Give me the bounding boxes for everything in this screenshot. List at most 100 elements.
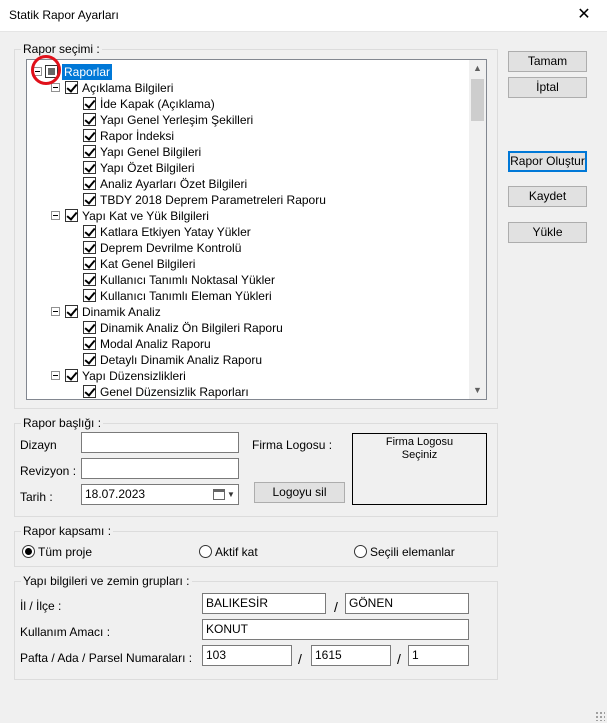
tree-item-label[interactable]: Dinamik Analiz Ön Bilgileri Raporu xyxy=(100,320,283,336)
tree-item-checkbox[interactable] xyxy=(65,209,78,222)
ok-button[interactable]: Tamam xyxy=(508,51,587,72)
tree-item-checkbox[interactable] xyxy=(83,225,96,238)
tree-item[interactable]: Yapı Genel Yerleşim Şekilleri xyxy=(27,112,467,128)
tree-item[interactable]: Analiz Ayarları Özet Bilgileri xyxy=(27,176,467,192)
scope-selected-elements-label[interactable]: Seçili elemanlar xyxy=(370,545,455,559)
tree-item-label[interactable]: Deprem Devrilme Kontrolü xyxy=(100,240,241,256)
tree-vertical-scrollbar[interactable]: ▲ ▼ xyxy=(469,60,486,399)
tree-item[interactable]: Yapı Özet Bilgileri xyxy=(27,160,467,176)
delete-logo-button[interactable]: Logoyu sil xyxy=(254,482,345,503)
tree-item-checkbox[interactable] xyxy=(83,273,96,286)
revision-label: Revizyon : xyxy=(20,464,77,478)
scope-selected-elements-radio[interactable] xyxy=(354,545,367,558)
tree-item-label[interactable]: Analiz Ayarları Özet Bilgileri xyxy=(100,176,247,192)
tree-item-label[interactable]: Modal Analiz Raporu xyxy=(100,336,211,352)
tree-item-label[interactable]: Genel Düzensizlik Raporları xyxy=(100,384,249,399)
tree-item[interactable]: Dinamik Analiz Ön Bilgileri Raporu xyxy=(27,320,467,336)
tree-item[interactable]: Yapı Kat ve Yük Bilgileri xyxy=(27,208,467,224)
tree-item-label[interactable]: Yapı Özet Bilgileri xyxy=(100,160,194,176)
scope-active-floor-label[interactable]: Aktif kat xyxy=(215,545,258,559)
collapse-icon[interactable] xyxy=(51,211,60,220)
tree-item-label[interactable]: Kat Genel Bilgileri xyxy=(100,256,195,272)
tree-item-checkbox[interactable] xyxy=(83,385,96,398)
date-label: Tarih : xyxy=(20,490,53,504)
close-icon[interactable]: ✕ xyxy=(561,0,607,31)
designer-field[interactable] xyxy=(81,432,239,453)
tree-item-label[interactable]: Raporlar xyxy=(62,64,113,80)
tree-item-label[interactable]: İde Kapak (Açıklama) xyxy=(100,96,215,112)
tree-item[interactable]: TBDY 2018 Deprem Parametreleri Raporu xyxy=(27,192,467,208)
resize-grip-icon[interactable] xyxy=(595,711,605,721)
tree-item-label[interactable]: Yapı Düzensizlikleri xyxy=(82,368,186,384)
tree-item[interactable]: Yapı Genel Bilgileri xyxy=(27,144,467,160)
tree-item[interactable]: Dinamik Analiz xyxy=(27,304,467,320)
tree-item[interactable]: Kat Genel Bilgileri xyxy=(27,256,467,272)
tree-item-label[interactable]: Yapı Genel Bilgileri xyxy=(100,144,201,160)
tree-item[interactable]: Açıklama Bilgileri xyxy=(27,80,467,96)
tree-item-checkbox[interactable] xyxy=(65,369,78,382)
tree-item[interactable]: Detaylı Dinamik Analiz Raporu xyxy=(27,352,467,368)
collapse-icon[interactable] xyxy=(51,371,60,380)
tree-item-checkbox[interactable] xyxy=(83,145,96,158)
save-button[interactable]: Kaydet xyxy=(508,186,587,207)
tree-item-checkbox[interactable] xyxy=(83,177,96,190)
tree-item-checkbox[interactable] xyxy=(83,129,96,142)
tree-item[interactable]: Kullanıcı Tanımlı Noktasal Yükler xyxy=(27,272,467,288)
tree-item-checkbox[interactable] xyxy=(83,241,96,254)
tree-item-label[interactable]: Katlara Etkiyen Yatay Yükler xyxy=(100,224,251,240)
tree-item-checkbox[interactable] xyxy=(83,193,96,206)
tree-item-label[interactable]: Detaylı Dinamik Analiz Raporu xyxy=(100,352,262,368)
scroll-up-icon[interactable]: ▲ xyxy=(469,60,486,77)
create-report-button[interactable]: Rapor Oluştur xyxy=(508,151,587,172)
date-picker[interactable]: 18.07.2023 ▼ xyxy=(81,484,239,505)
report-tree[interactable]: Genel Düzensizlik Raporları Yapı Düzensiz… xyxy=(26,59,487,400)
tree-item[interactable]: Genel Düzensizlik Raporları xyxy=(27,384,467,399)
tree-item[interactable]: Raporlar xyxy=(27,64,467,80)
tree-item-checkbox[interactable] xyxy=(83,321,96,334)
usage-field[interactable]: KONUT xyxy=(202,619,469,640)
scroll-thumb[interactable] xyxy=(471,79,484,121)
scope-all-label[interactable]: Tüm proje xyxy=(38,545,92,559)
tree-item-label[interactable]: Dinamik Analiz xyxy=(82,304,161,320)
collapse-icon[interactable] xyxy=(51,307,60,316)
tree-item[interactable]: Yapı Düzensizlikleri xyxy=(27,368,467,384)
scope-all-radio[interactable] xyxy=(22,545,35,558)
tree-item-label[interactable]: Açıklama Bilgileri xyxy=(82,80,173,96)
province-field[interactable]: BALIKESİR xyxy=(202,593,326,614)
tree-item-checkbox[interactable] xyxy=(83,161,96,174)
tree-item-label[interactable]: Yapı Kat ve Yük Bilgileri xyxy=(82,208,209,224)
tree-item-checkbox[interactable] xyxy=(83,289,96,302)
parsel-field[interactable]: 1 xyxy=(408,645,469,666)
scope-active-floor-radio[interactable] xyxy=(199,545,212,558)
tree-item-label[interactable]: TBDY 2018 Deprem Parametreleri Raporu xyxy=(100,192,326,208)
pafta-field[interactable]: 103 xyxy=(202,645,292,666)
collapse-icon[interactable] xyxy=(51,83,60,92)
cancel-button[interactable]: İptal xyxy=(508,77,587,98)
tree-item-checkbox[interactable] xyxy=(83,113,96,126)
logo-picker[interactable]: Firma Logosu Seçiniz xyxy=(352,433,487,505)
tree-item[interactable]: Katlara Etkiyen Yatay Yükler xyxy=(27,224,467,240)
tree-item-checkbox[interactable] xyxy=(83,97,96,110)
tree-item-checkbox[interactable] xyxy=(83,257,96,270)
tree-item[interactable]: Deprem Devrilme Kontrolü xyxy=(27,240,467,256)
tree-item[interactable]: Rapor İndeksi xyxy=(27,128,467,144)
tree-item[interactable]: Modal Analiz Raporu xyxy=(27,336,467,352)
district-field[interactable]: GÖNEN xyxy=(345,593,469,614)
report-header-label: Rapor başlığı : xyxy=(21,416,104,430)
ada-field[interactable]: 1615 xyxy=(311,645,391,666)
tree-item-label[interactable]: Yapı Genel Yerleşim Şekilleri xyxy=(100,112,253,128)
tree-item-checkbox[interactable] xyxy=(83,353,96,366)
tree-item-checkbox[interactable] xyxy=(65,81,78,94)
tree-item-checkbox[interactable] xyxy=(83,337,96,350)
calendar-icon[interactable] xyxy=(213,489,225,500)
chevron-down-icon[interactable]: ▼ xyxy=(227,485,235,504)
tree-item-label[interactable]: Kullanıcı Tanımlı Eleman Yükleri xyxy=(100,288,272,304)
tree-item-checkbox[interactable] xyxy=(65,305,78,318)
load-button[interactable]: Yükle xyxy=(508,222,587,243)
revision-field[interactable] xyxy=(81,458,239,479)
tree-item-label[interactable]: Rapor İndeksi xyxy=(100,128,174,144)
scroll-down-icon[interactable]: ▼ xyxy=(469,382,486,399)
tree-item[interactable]: Kullanıcı Tanımlı Eleman Yükleri xyxy=(27,288,467,304)
tree-item[interactable]: İde Kapak (Açıklama) xyxy=(27,96,467,112)
tree-item-label[interactable]: Kullanıcı Tanımlı Noktasal Yükler xyxy=(100,272,275,288)
